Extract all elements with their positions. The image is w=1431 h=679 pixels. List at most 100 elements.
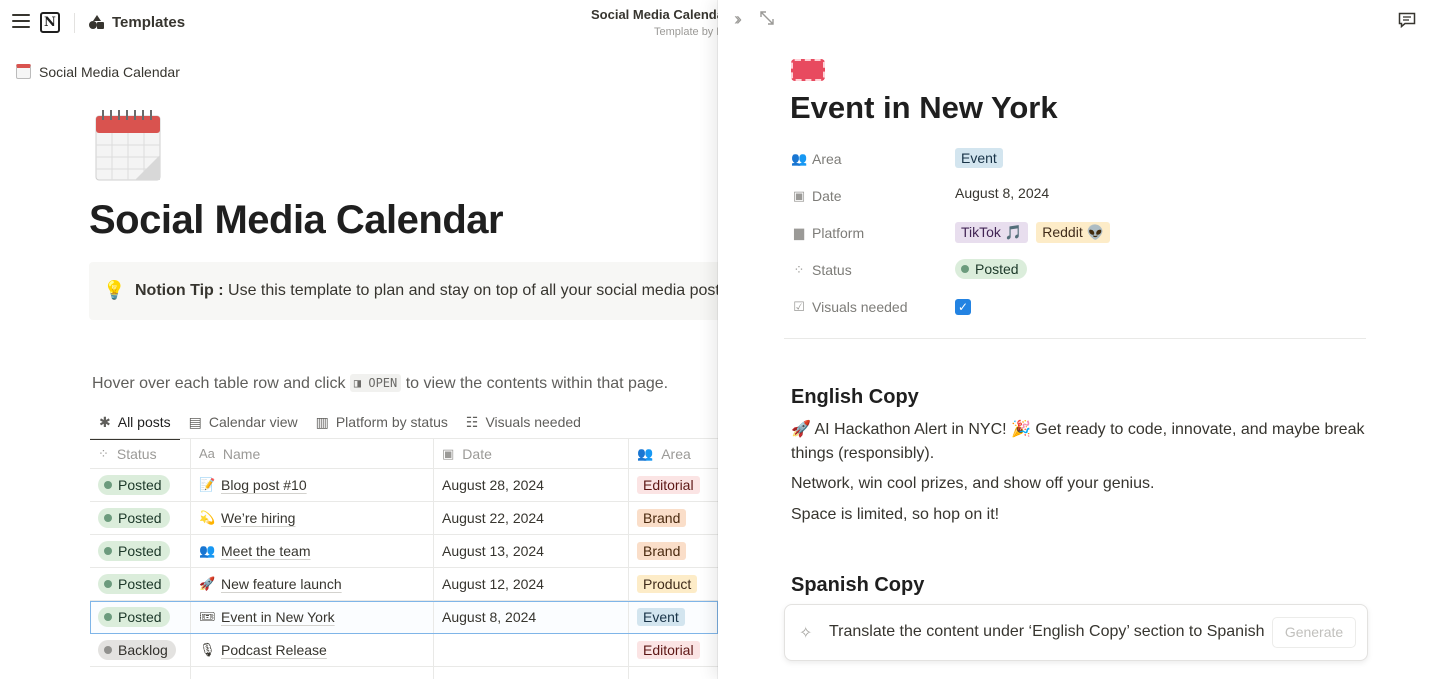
date-cell[interactable]: August 8, 2024 — [434, 601, 629, 633]
notion-logo-icon[interactable]: N — [40, 12, 60, 33]
area-cell[interactable]: Editorial — [629, 469, 718, 501]
status-cell[interactable]: Posted — [90, 535, 191, 567]
row-title[interactable]: Event in New York — [221, 609, 335, 625]
column-header-status[interactable]: ⁘ Status — [90, 439, 191, 468]
status-icon: ⁘ — [793, 262, 805, 277]
date-cell[interactable]: August 22, 2024 — [434, 502, 629, 534]
name-cell[interactable]: 🎟 Event in New York — [191, 601, 434, 633]
column-header-area[interactable]: 👥 Area — [629, 439, 718, 468]
page-emoji-icon: 👥 — [199, 543, 216, 558]
area-tag: Editorial — [637, 641, 700, 659]
property-label[interactable]: ☑ Visuals needed — [791, 299, 907, 315]
status-cell[interactable]: Backlog — [90, 634, 191, 666]
table-row[interactable]: Posted 🎟 Event in New York August 8, 2024 Ev… — [90, 601, 718, 634]
date-cell[interactable] — [434, 634, 629, 666]
column-header-date[interactable]: ▣ Date — [434, 439, 629, 468]
area-cell[interactable]: Event — [629, 601, 718, 633]
table-row[interactable] — [90, 667, 718, 679]
expand-icon[interactable] — [760, 11, 774, 25]
property-date: ▣ Date August 8, 2024 — [791, 183, 1351, 209]
status-cell[interactable]: Posted — [90, 568, 191, 600]
lightbulb-icon: 💡 — [103, 280, 126, 300]
status-cell[interactable]: Posted — [90, 601, 191, 633]
row-title[interactable]: New feature launch — [221, 576, 342, 592]
tab-all-posts[interactable]: ✱ All posts — [90, 406, 180, 440]
view-icon: ▤ — [188, 413, 202, 430]
column-icon: ⁘ — [98, 445, 109, 461]
status-cell[interactable]: Posted — [90, 502, 191, 534]
callout-text: Notion Tip : Use this template to plan a… — [135, 282, 718, 299]
row-title[interactable]: We’re hiring — [221, 510, 295, 526]
date-cell[interactable]: August 12, 2024 — [434, 568, 629, 600]
status-cell[interactable]: Posted — [90, 469, 191, 501]
platform-tag-tiktok: TikTok 🎵 — [955, 222, 1029, 243]
area-tag: Product — [637, 575, 698, 593]
area-cell[interactable]: Brand — [629, 535, 718, 567]
name-cell[interactable]: 👥 Meet the team — [191, 535, 434, 567]
property-value[interactable]: Posted — [955, 259, 1027, 279]
templates-link[interactable]: Templates — [112, 14, 185, 31]
ai-prompt-text[interactable]: Translate the content under ‘English Cop… — [829, 623, 1265, 641]
property-status: ⁘ Status Posted — [791, 257, 1351, 283]
table-row[interactable]: Posted 👥 Meet the team August 13, 2024 Brand — [90, 535, 718, 568]
divider — [74, 13, 75, 33]
area-cell[interactable]: Product — [629, 568, 718, 600]
table-row[interactable]: Posted 💫 We’re hiring August 22, 2024 Brand — [90, 502, 718, 535]
date-cell[interactable]: August 13, 2024 — [434, 535, 629, 567]
page-emoji-icon: 🎟 — [199, 609, 216, 624]
property-value[interactable]: August 8, 2024 — [955, 185, 1049, 201]
instruction-text: Hover over each table row and click ◨ OP… — [92, 374, 669, 392]
page-emoji-icon: 💫 — [199, 510, 216, 525]
property-label[interactable]: ▣ Date — [791, 188, 842, 204]
name-cell[interactable]: 💫 We’re hiring — [191, 502, 434, 534]
spanish-copy-heading[interactable]: Spanish Copy — [791, 574, 924, 597]
status-badge: Backlog — [98, 640, 176, 660]
property-value: ✓ — [955, 296, 971, 315]
panel-title[interactable]: Event in New York — [790, 90, 1058, 126]
english-copy-paragraph[interactable]: 🚀 AI Hackathon Alert in NYC! 🎉 Get ready… — [791, 418, 1371, 466]
status-badge: Posted — [98, 475, 170, 495]
close-panel-icon[interactable]: ›› — [734, 9, 742, 30]
ticket-icon[interactable] — [791, 59, 825, 81]
table-row[interactable]: Posted 📝 Blog post #10 August 28, 2024 Edito… — [90, 469, 718, 502]
property-value[interactable]: TikTok 🎵 Reddit 👽 — [955, 222, 1111, 243]
sparkle-icon: ✧ — [799, 625, 813, 642]
row-title[interactable]: Podcast Release — [221, 642, 327, 658]
english-copy-paragraph[interactable]: Space is limited, so hop on it! — [791, 503, 1371, 527]
english-copy-paragraph[interactable]: Network, win cool prizes, and show off y… — [791, 472, 1371, 496]
name-cell[interactable]: 📝 Blog post #10 — [191, 469, 434, 501]
name-cell[interactable]: 🚀 New feature launch — [191, 568, 434, 600]
date-cell[interactable]: August 28, 2024 — [434, 469, 629, 501]
english-copy-heading[interactable]: English Copy — [791, 386, 919, 409]
area-cell[interactable]: Brand — [629, 502, 718, 534]
area-tag: Brand — [637, 542, 687, 560]
view-icon: ✱ — [99, 413, 111, 430]
ai-prompt-block[interactable]: ✧ Translate the content under ‘English C… — [784, 604, 1368, 661]
property-label[interactable]: ▆ Platform — [791, 225, 864, 241]
breadcrumb[interactable]: Social Media Calendar — [16, 64, 180, 80]
breadcrumb-label: Social Media Calendar — [39, 64, 180, 80]
area-tag: Event — [955, 148, 1003, 168]
property-label[interactable]: 👥 Area — [791, 151, 842, 167]
name-cell[interactable]: 🎙 Podcast Release — [191, 634, 434, 666]
page-subtitle-header: Template by Notion — [654, 26, 718, 38]
page-title-header: Social Media Calendar — [591, 7, 718, 22]
row-title[interactable]: Meet the team — [221, 543, 311, 559]
column-icon: ▣ — [442, 445, 455, 461]
property-value[interactable]: Event — [955, 148, 1003, 168]
visuals-needed-checkbox[interactable]: ✓ — [955, 299, 971, 315]
tab-platform-by-status[interactable]: ▥ Platform by status — [307, 406, 457, 438]
property-area: 👥 Area Event — [791, 146, 1351, 172]
column-header-name[interactable]: Aa Name — [191, 439, 434, 468]
menu-icon[interactable] — [12, 14, 30, 30]
tab-calendar-view[interactable]: ▤ Calendar view — [180, 406, 307, 438]
row-title[interactable]: Blog post #10 — [221, 477, 307, 493]
table-row[interactable]: Backlog 🎙 Podcast Release Editorial — [90, 634, 718, 667]
property-label[interactable]: ⁘ Status — [791, 262, 852, 278]
table-row[interactable]: Posted 🚀 New feature launch August 12, 2024… — [90, 568, 718, 601]
tab-visuals-needed[interactable]: ☷ Visuals needed — [457, 406, 590, 438]
comment-icon[interactable] — [1398, 12, 1416, 28]
column-label: Name — [222, 445, 261, 462]
area-cell[interactable]: Editorial — [629, 634, 718, 666]
generate-button[interactable]: Generate — [1272, 617, 1356, 648]
